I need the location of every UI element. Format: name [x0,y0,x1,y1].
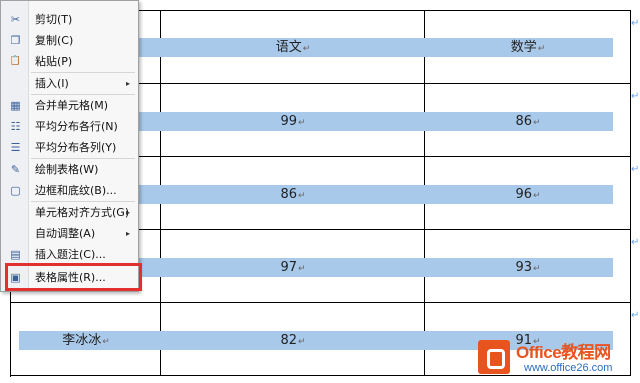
paste-icon: 📋 [9,56,22,66]
submenu-arrow-icon: ▸ [125,79,130,88]
merge-cells-icon: ▦ [10,99,21,112]
submenu-arrow-icon: ▸ [125,229,130,238]
menu-item-cut[interactable]: ✂ 剪切(T) [1,9,138,30]
menu-item-distribute-columns[interactable]: ☰ 平均分布各列(Y) [1,137,138,158]
menu-item-distribute-rows[interactable]: ☷ 平均分布各行(N) [1,116,138,137]
score-chinese: 97↵ [280,260,306,275]
menu-item-draw-table[interactable]: ✎ 绘制表格(W) [1,159,138,180]
submenu-arrow-icon: ▸ [125,208,130,217]
menu-item-borders-shading[interactable]: ▢ 边框和底纹(B)... [1,180,138,201]
watermark-url: www.office26.com [524,362,613,374]
header-math: 数学↵ [510,40,546,55]
distribute-rows-icon: ☷ [10,120,21,133]
score-chinese: 86↵ [280,187,306,202]
context-menu: ✂ 剪切(T) ❐ 复制(C) 📋 粘贴(P) 插入(I) ▸ ▦ 合并单元格(… [0,0,139,292]
insert-caption-icon: ▤ [10,248,21,261]
score-chinese: 82↵ [280,333,306,348]
watermark-brand: Office教程网 [516,343,611,362]
highlight-box [5,263,142,291]
menu-item-copy[interactable]: ❐ 复制(C) [1,30,138,51]
score-chinese: 99↵ [280,114,306,129]
student-name: 李冰冰↵ [62,333,110,348]
row-end-mark: ↵ [631,91,640,102]
menu-item-autofit[interactable]: 自动调整(A) ▸ [1,223,138,244]
row-end-mark: ↵ [631,18,640,29]
borders-shading-icon: ▢ [10,184,21,197]
menu-item-insert-caption[interactable]: ▤ 插入题注(C)... [1,244,138,265]
copy-icon: ❐ [10,34,21,47]
office-logo-icon [478,340,510,374]
watermark: Office教程网 www.office26.com [474,334,638,380]
row-end-mark: ↵ [631,164,640,175]
draw-table-icon: ✎ [10,163,21,176]
menu-item-cell-alignment[interactable]: 单元格对齐方式(G) ▸ [1,202,138,223]
scissors-icon: ✂ [10,13,21,26]
score-math: 93↵ [515,260,541,275]
distribute-columns-icon: ☰ [10,141,21,154]
score-math: 86↵ [515,114,541,129]
header-chinese: 语文↵ [275,40,311,55]
menu-item-merge-cells[interactable]: ▦ 合并单元格(M) [1,95,138,116]
row-end-mark: ↵ [631,237,640,248]
score-math: 96↵ [515,187,541,202]
menu-item-insert[interactable]: 插入(I) ▸ [1,73,138,94]
menu-item-paste[interactable]: 📋 粘贴(P) [1,51,138,72]
row-end-mark: ↵ [631,310,640,321]
